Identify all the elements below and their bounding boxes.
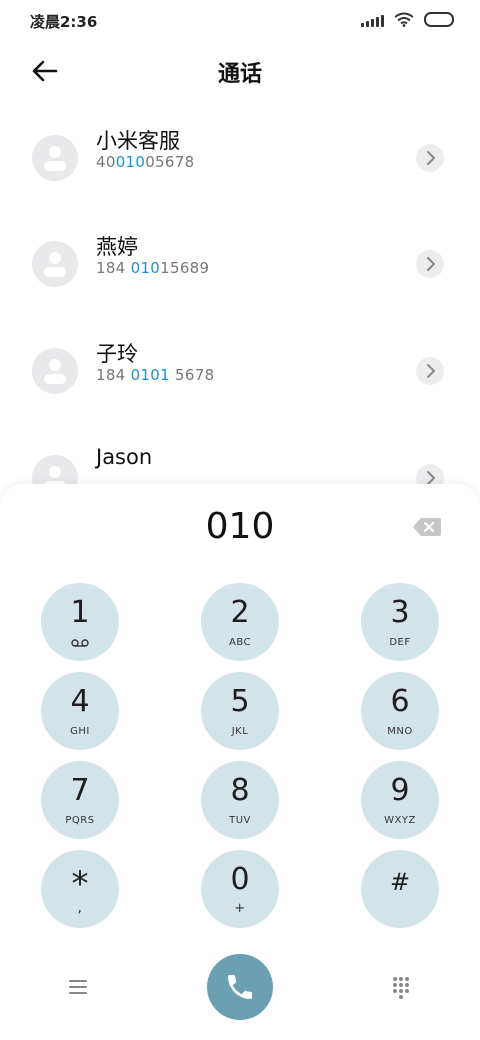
contact-detail-button[interactable] <box>416 250 444 278</box>
key-0[interactable]: 0 + <box>201 850 279 928</box>
dialer-action-bar <box>0 954 480 1024</box>
key-3[interactable]: 3 DEF <box>361 583 439 661</box>
battery-icon <box>424 12 454 27</box>
voicemail-icon <box>71 639 89 647</box>
dialer-panel: 010 1 2 ABC 3 DEF 4 GHI 5 JKL 6 MNO 7 PQ… <box>0 484 480 1040</box>
avatar <box>32 348 78 394</box>
key-1[interactable]: 1 <box>41 583 119 661</box>
backspace-button[interactable] <box>412 516 442 538</box>
header: 通话 <box>0 48 480 92</box>
key-8[interactable]: 8 TUV <box>201 761 279 839</box>
key-2[interactable]: 2 ABC <box>201 583 279 661</box>
page-title: 通话 <box>217 62 262 87</box>
key-hash[interactable]: # <box>361 850 439 928</box>
status-time: 凌晨2:36 <box>30 13 98 31</box>
key-7[interactable]: 7 PQRS <box>41 761 119 839</box>
chevron-right-icon <box>427 364 435 378</box>
contact-detail-button[interactable] <box>416 144 444 172</box>
contact-item[interactable]: 小米客服 4001005678 <box>0 129 480 235</box>
chevron-right-icon <box>427 151 435 165</box>
avatar <box>32 241 78 287</box>
keypad-toggle-button[interactable] <box>391 975 411 999</box>
dial-input[interactable]: 010 <box>0 506 480 547</box>
contact-detail-button[interactable] <box>416 357 444 385</box>
key-6[interactable]: 6 MNO <box>361 672 439 750</box>
backspace-icon <box>413 518 441 536</box>
contact-item[interactable]: 燕婷 184 01015689 <box>0 235 480 341</box>
contact-name: 子玲 <box>96 342 138 366</box>
avatar <box>32 135 78 181</box>
chevron-right-icon <box>427 257 435 271</box>
contact-number: 184 0101 5678 <box>96 366 215 384</box>
contact-name: 小米客服 <box>96 129 180 153</box>
contact-name: 燕婷 <box>96 235 138 259</box>
status-icons <box>361 12 454 27</box>
menu-button[interactable] <box>66 977 90 997</box>
contact-number: 184 01015689 <box>96 259 210 277</box>
contact-item[interactable]: 子玲 184 0101 5678 <box>0 342 480 448</box>
contact-number: 4001005678 <box>96 153 195 171</box>
contact-name: Jason <box>96 445 153 469</box>
menu-icon <box>69 980 87 994</box>
dialpad-icon <box>393 977 409 999</box>
call-button[interactable] <box>207 954 273 1020</box>
key-9[interactable]: 9 WXYZ <box>361 761 439 839</box>
wifi-icon <box>394 12 414 27</box>
key-4[interactable]: 4 GHI <box>41 672 119 750</box>
phone-icon <box>228 975 252 999</box>
key-5[interactable]: 5 JKL <box>201 672 279 750</box>
key-star[interactable]: * , <box>41 850 119 928</box>
signal-icon <box>361 13 384 27</box>
status-bar: 凌晨2:36 <box>0 0 480 42</box>
